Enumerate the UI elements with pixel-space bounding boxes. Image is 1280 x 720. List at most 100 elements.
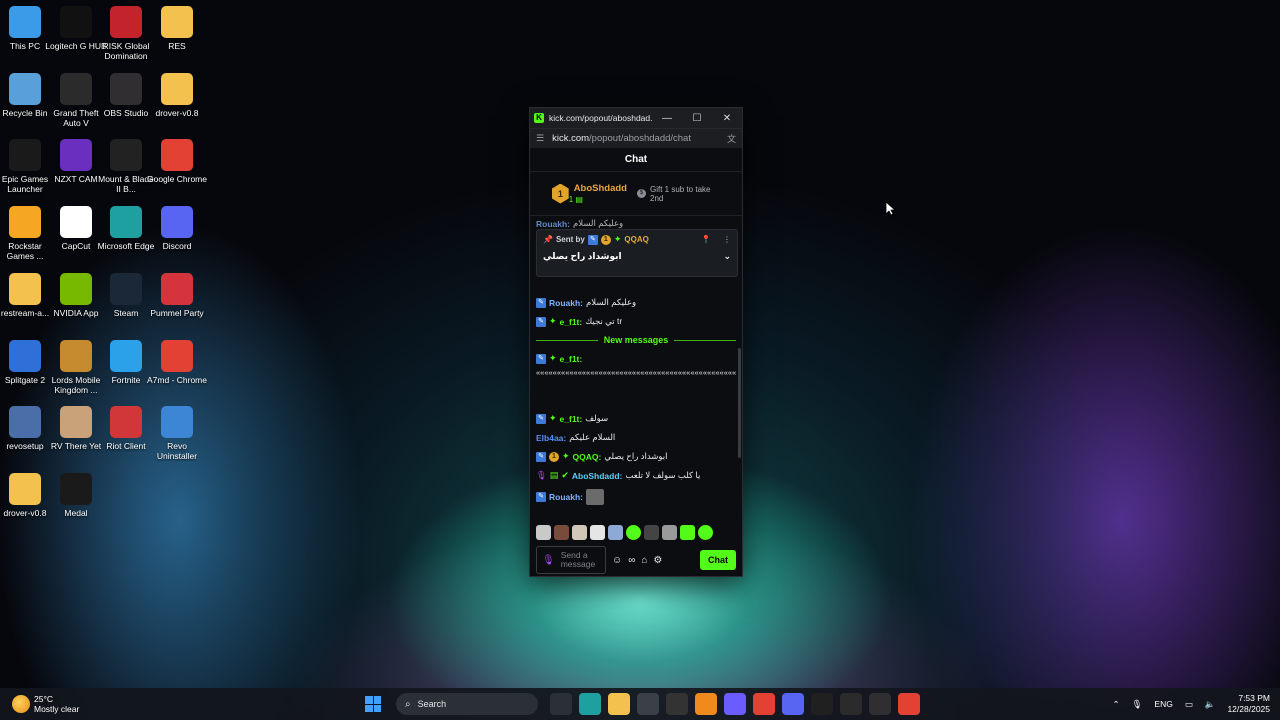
emote-picker-icon[interactable]: ☺ xyxy=(612,555,622,566)
discord-icon[interactable] xyxy=(782,693,804,715)
translate-icon[interactable]: 文 xyxy=(727,132,736,145)
store-icon[interactable] xyxy=(637,693,659,715)
kick-chat-popout-window[interactable]: K kick.com/popout/aboshdad... — ☐ ✕ ☰ ki… xyxy=(529,107,743,577)
desktop-icon[interactable]: Revo Uninstaller xyxy=(146,406,208,461)
this-pc-icon xyxy=(9,6,41,38)
emote-icon[interactable] xyxy=(644,524,659,540)
site-settings-icon[interactable]: ☰ xyxy=(536,133,544,144)
emote-icon[interactable] xyxy=(554,524,569,540)
settings-gear-icon[interactable]: ⚙ xyxy=(653,555,662,566)
desktop-icon[interactable]: Discord xyxy=(146,206,208,251)
chat-messages[interactable]: Rouakh: وعليكم السلام 📌 Sent by ✎ 1 ✦ QQ… xyxy=(530,216,742,522)
emote-icon[interactable] xyxy=(608,524,623,540)
volume-icon[interactable]: 🔈 xyxy=(1205,699,1216,710)
window-titlebar[interactable]: K kick.com/popout/aboshdad... — ☐ ✕ xyxy=(530,108,742,128)
leaderboard-name[interactable]: AboShdadd xyxy=(574,183,627,195)
network-icon[interactable]: ▭ xyxy=(1185,699,1193,710)
verified-badge-icon: ✎ xyxy=(536,492,546,502)
chat-input-bar[interactable]: 🎙 Send a message ☺ ∞ ⌂ ⚙ Chat xyxy=(530,542,742,576)
chat-message-input[interactable]: 🎙 Send a message xyxy=(536,546,606,574)
sub-leaderboard[interactable]: 1 AboShdadd 1 ▤ $ Gift 1 sub to take 2nd xyxy=(530,172,742,216)
verified-badge-icon: ✎ xyxy=(587,234,598,245)
nzxt-icon xyxy=(60,139,92,172)
broadcaster-mic-icon: 🎙 xyxy=(536,470,547,480)
address-bar[interactable]: ☰ kick.com /popout/aboshdadd/chat 文 xyxy=(530,128,742,148)
url-host: kick.com xyxy=(552,133,590,144)
steam-icon xyxy=(110,272,142,305)
weather-widget[interactable]: 25°C Mostly clear xyxy=(12,694,79,714)
folder-icon xyxy=(161,72,193,105)
unpin-icon[interactable]: 📍 xyxy=(701,235,711,244)
gta-icon xyxy=(60,72,92,105)
verified-badge-icon: ✎ xyxy=(536,413,546,424)
capcut-icon[interactable] xyxy=(666,693,688,715)
desktop-icon-label: Recycle Bin xyxy=(2,107,48,118)
chrome-active-icon[interactable] xyxy=(898,693,920,715)
desktop-icon[interactable]: drover-v0.8 xyxy=(146,72,208,118)
pinned-user[interactable]: QQAQ xyxy=(624,235,648,244)
chat-username[interactable]: Rouakh: xyxy=(549,492,583,502)
store-icon[interactable]: ⌂ xyxy=(641,555,647,566)
emote-icon[interactable] xyxy=(698,524,713,540)
emote-icon[interactable] xyxy=(662,524,677,540)
verified-badge-icon: ✎ xyxy=(536,316,546,327)
chat-username[interactable]: AboShdadd: xyxy=(572,471,623,481)
risk-icon xyxy=(110,6,142,38)
vlc-icon[interactable] xyxy=(695,693,717,715)
emote-icon[interactable] xyxy=(536,524,551,540)
minimize-button[interactable]: — xyxy=(652,113,682,124)
obs-icon[interactable] xyxy=(869,693,891,715)
sub-badge-icon: 1 xyxy=(600,234,611,245)
emote-icon[interactable] xyxy=(680,524,695,540)
emote-icon[interactable] xyxy=(590,524,605,540)
chat-username[interactable]: e_f1t: xyxy=(560,354,583,364)
more-options-icon[interactable]: ⋮ xyxy=(723,235,731,244)
chat-username[interactable]: QQAQ: xyxy=(573,452,602,462)
maximize-button[interactable]: ☐ xyxy=(682,113,712,124)
desktop-icon[interactable]: Google Chrome xyxy=(146,139,208,184)
discord-icon xyxy=(161,206,193,239)
emote-icon[interactable] xyxy=(626,524,641,540)
start-button[interactable] xyxy=(362,693,384,715)
desktop-icon[interactable]: Medal xyxy=(45,472,107,518)
file-explorer-icon[interactable] xyxy=(608,693,630,715)
verified-check-icon: ✔ xyxy=(561,470,569,480)
desktop-icon-label: RES xyxy=(168,41,186,51)
folder-icon xyxy=(9,472,41,505)
desktop-icon[interactable]: Pummel Party xyxy=(146,272,208,318)
desktop-icon[interactable]: A7md - Chrome xyxy=(146,339,208,385)
pummel-party-icon xyxy=(161,272,193,305)
recycle-bin-icon xyxy=(9,72,41,105)
task-view-icon[interactable] xyxy=(550,693,572,715)
kick-points-icon[interactable]: ∞ xyxy=(628,555,635,566)
desktop-icon-label: RV There Yet xyxy=(50,441,102,452)
desktop-icon[interactable]: RES xyxy=(146,6,208,51)
chat-username[interactable]: e_f1t: xyxy=(560,414,583,424)
og-badge-icon: ✦ xyxy=(613,234,622,244)
chat-username[interactable]: Rouakh: xyxy=(549,298,583,308)
chrome-icon[interactable] xyxy=(753,693,775,715)
chat-username[interactable]: e_f1t: xyxy=(560,317,583,327)
edge-icon[interactable] xyxy=(579,693,601,715)
emote-icon[interactable] xyxy=(572,524,587,540)
chat-username[interactable]: Rouakh: xyxy=(536,219,570,229)
taskbar-apps xyxy=(550,693,920,715)
close-button[interactable]: ✕ xyxy=(712,113,742,124)
chat-scrollbar[interactable] xyxy=(738,348,741,458)
lords-mobile-icon xyxy=(60,339,92,372)
taskbar-search[interactable]: ⌕ Search xyxy=(396,693,538,715)
copilot-icon[interactable] xyxy=(724,693,746,715)
tray-overflow-icon[interactable]: ⌃ xyxy=(1112,699,1119,710)
chevron-down-icon[interactable]: ⌄ xyxy=(723,251,731,262)
clock[interactable]: 7:53 PM 12/28/2025 xyxy=(1227,693,1270,715)
recent-emotes-row[interactable] xyxy=(530,522,742,542)
pinned-message[interactable]: 📌 Sent by ✎ 1 ✦ QQAQ 📍 ⋮ ابوشداد راح يصل… xyxy=(536,229,738,277)
gift-sub-prompt[interactable]: $ Gift 1 sub to take 2nd xyxy=(637,185,720,203)
microphone-icon[interactable]: 🎙 xyxy=(1132,699,1143,710)
window-title: kick.com/popout/aboshdad... xyxy=(549,113,652,123)
language-indicator[interactable]: ENG xyxy=(1154,699,1172,709)
send-chat-button[interactable]: Chat xyxy=(700,550,736,570)
chat-username[interactable]: Elb4aa: xyxy=(536,433,566,443)
terminal-icon[interactable] xyxy=(840,693,862,715)
kick-icon[interactable] xyxy=(811,693,833,715)
